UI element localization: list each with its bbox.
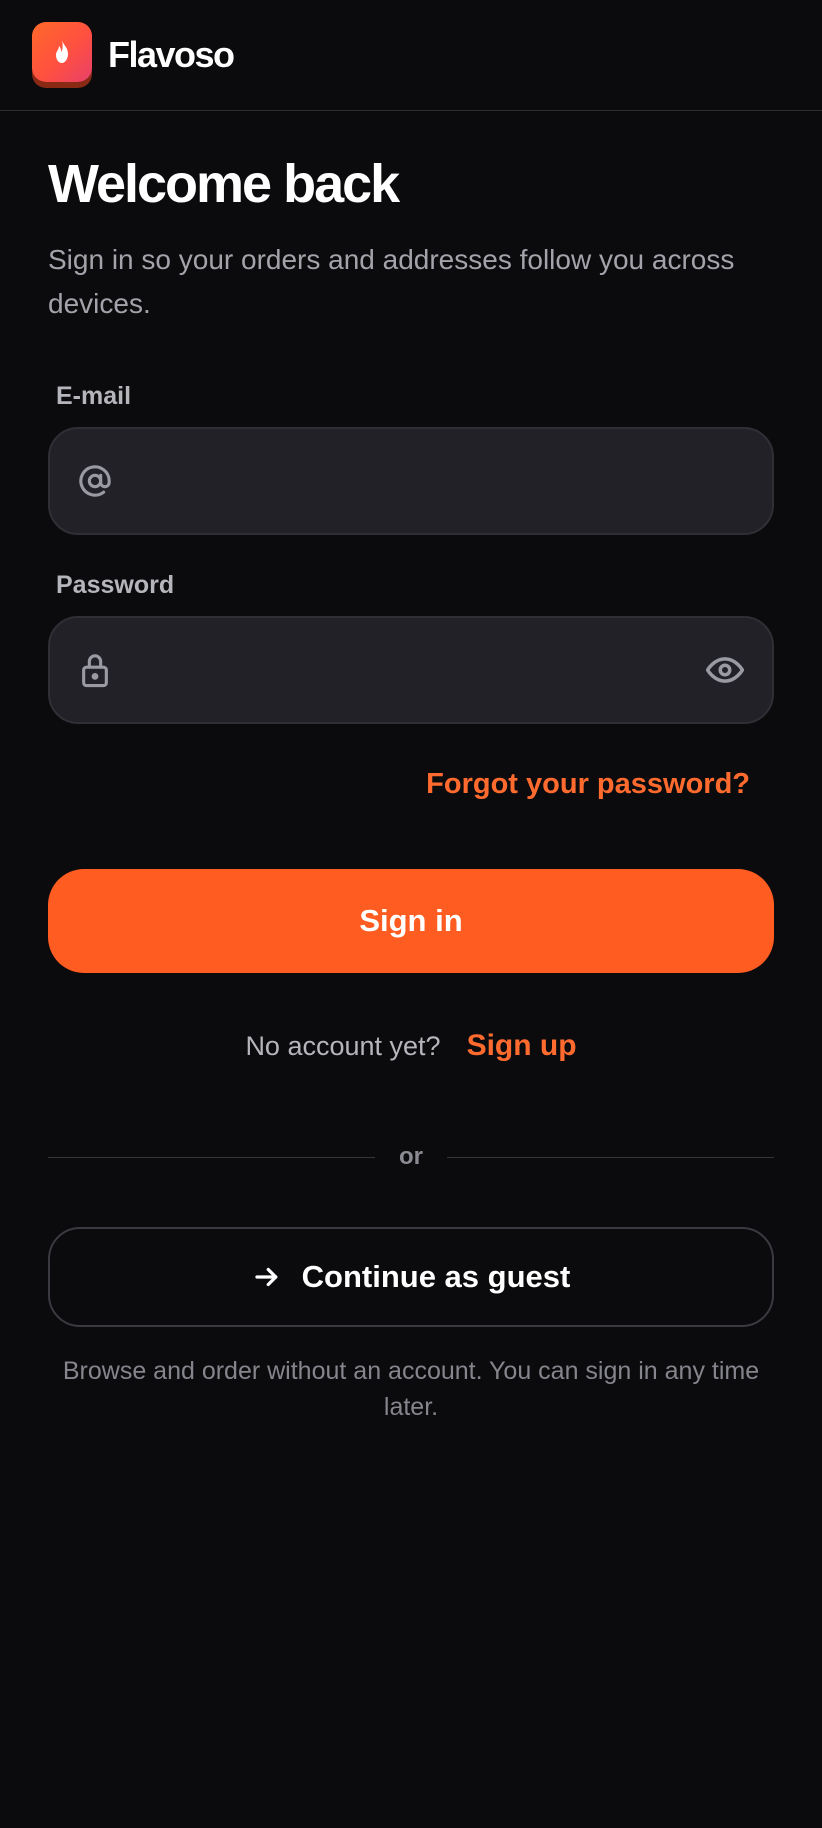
divider-line-right (447, 1156, 774, 1158)
page-subtitle: Sign in so your orders and addresses fol… (48, 244, 735, 320)
forgot-password-link[interactable]: Forgot your password? (426, 768, 750, 800)
divider-label: or (399, 1143, 423, 1171)
login-form-area: Welcome back Sign in so your orders and … (0, 154, 822, 1425)
guest-button-label: Continue as guest (301, 1259, 571, 1295)
app-logo (32, 22, 92, 82)
continue-as-guest-button[interactable]: Continue as guest (48, 1227, 774, 1328)
sign-up-link[interactable]: Sign up (467, 1029, 577, 1063)
or-divider: or (48, 1143, 774, 1171)
divider-line-left (48, 1156, 375, 1158)
no-account-text: No account yet? (245, 1030, 441, 1061)
guest-note: Browse and order without an account. You… (62, 1357, 760, 1422)
app-brand-name: Flavoso (108, 34, 235, 75)
page-title: Welcome back (48, 154, 400, 214)
app-header: Flavoso (0, 0, 822, 111)
email-label: E-mail (56, 382, 132, 411)
signup-row: No account yet? Sign up (48, 1029, 774, 1063)
arrow-right-icon (252, 1262, 282, 1292)
eye-icon[interactable] (706, 651, 744, 689)
email-field-container (48, 427, 774, 536)
forgot-password-row: Forgot your password? (48, 768, 774, 801)
password-field-container (48, 616, 774, 725)
password-label: Password (56, 571, 175, 600)
at-sign-icon (78, 464, 112, 498)
flame-icon (51, 39, 73, 65)
lock-icon (78, 651, 112, 689)
email-input[interactable] (130, 429, 744, 534)
password-input[interactable] (130, 618, 706, 723)
sign-in-button[interactable]: Sign in (48, 869, 774, 974)
